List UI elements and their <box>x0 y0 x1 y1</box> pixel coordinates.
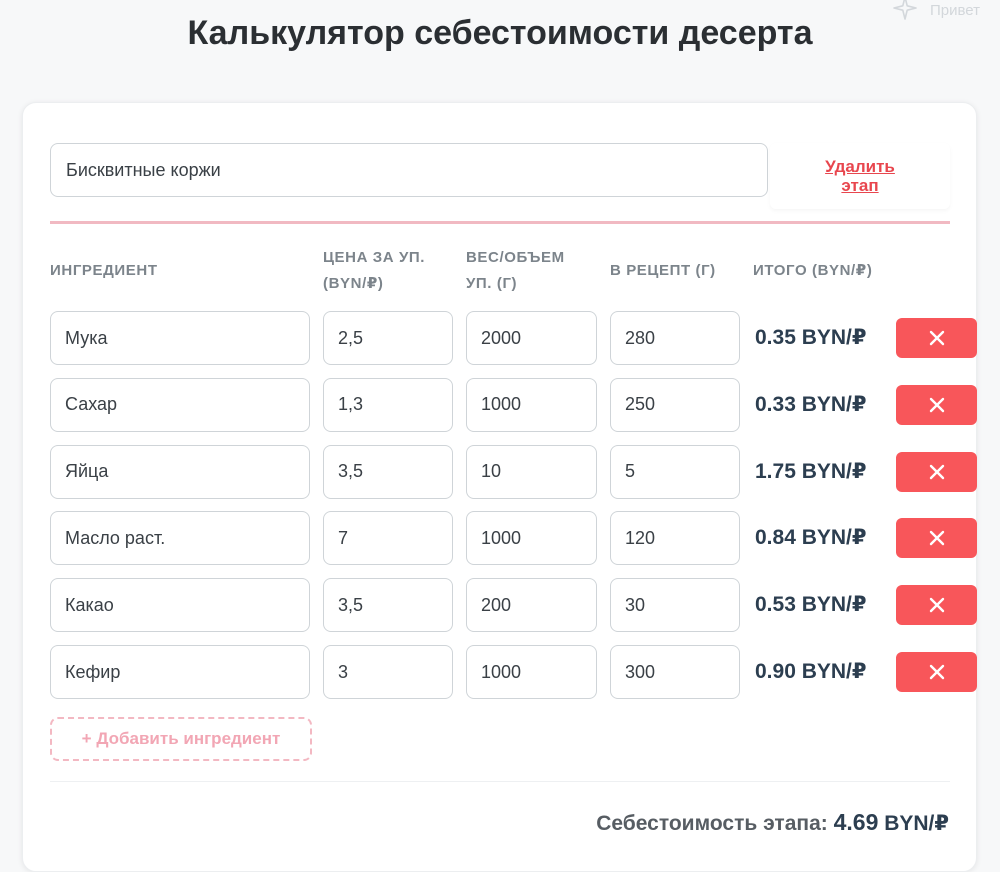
stage-total: Себестоимость этапа: 4.69 BYN/₽ <box>596 809 949 836</box>
price-input[interactable] <box>323 444 453 499</box>
row-total: 0.33 BYN/₽ <box>755 392 867 416</box>
delete-ingredient-button[interactable] <box>896 318 977 358</box>
footer-divider <box>50 781 950 782</box>
close-icon <box>928 596 946 614</box>
ingredient-row: 0.35 BYN/₽ <box>50 311 980 365</box>
ingredient-row: 0.84 BYN/₽ <box>50 511 980 566</box>
stage-card: Удалить этап ИНГРЕДИЕНТ ЦЕНА ЗА УП. (BYN… <box>22 102 977 872</box>
close-icon <box>928 396 946 414</box>
ingredient-row: 0.90 BYN/₽ <box>50 645 980 699</box>
ingredient-name-input[interactable] <box>50 645 310 699</box>
close-icon <box>928 529 946 547</box>
row-total: 0.90 BYN/₽ <box>755 660 867 683</box>
row-total: 0.84 BYN/₽ <box>755 526 867 550</box>
delete-ingredient-button[interactable] <box>896 384 977 425</box>
recipe-weight-input[interactable] <box>610 578 740 633</box>
package-weight-input[interactable] <box>466 578 597 633</box>
recipe-weight-input[interactable] <box>610 311 740 365</box>
row-total: 0.53 BYN/₽ <box>755 593 867 617</box>
price-input[interactable] <box>323 377 453 432</box>
ingredient-row: 0.33 BYN/₽ <box>50 377 980 432</box>
stage-total-label: Себестоимость этапа: <box>596 812 828 835</box>
price-input[interactable] <box>323 578 453 633</box>
col-header-weight: ВЕС/ОБЪЕМ УП. (Г) <box>466 249 565 292</box>
price-input[interactable] <box>323 511 453 566</box>
stage-name-input[interactable] <box>50 143 768 197</box>
page-title: Калькулятор себестоимости десерта <box>187 14 813 52</box>
col-header-ingredient: ИНГРЕДИЕНТ <box>50 262 158 279</box>
package-weight-input[interactable] <box>466 311 597 365</box>
ingredient-name-input[interactable] <box>50 444 310 499</box>
recipe-weight-input[interactable] <box>610 645 740 699</box>
ingredient-name-input[interactable] <box>50 377 310 432</box>
stage-total-amount: 4.69 <box>833 809 879 835</box>
stage-total-currency: BYN/₽ <box>884 812 949 835</box>
col-header-recipe: В РЕЦЕПТ (Г) <box>610 262 716 279</box>
recipe-weight-input[interactable] <box>610 444 740 499</box>
delete-ingredient-button[interactable] <box>896 652 977 692</box>
col-header-total: ИТОГО (BYN/₽) <box>753 262 873 279</box>
package-weight-input[interactable] <box>466 444 597 499</box>
package-weight-input[interactable] <box>466 645 597 699</box>
delete-stage-label: Удалить этап <box>825 157 895 195</box>
col-header-price: ЦЕНА ЗА УП. (BYN/₽) <box>323 249 426 292</box>
stage-divider <box>50 221 950 224</box>
add-ingredient-button[interactable]: + Добавить ингредиент <box>50 717 312 761</box>
delete-ingredient-button[interactable] <box>896 585 977 626</box>
package-weight-input[interactable] <box>466 377 597 432</box>
recipe-weight-input[interactable] <box>610 511 740 566</box>
ingredient-row: 0.53 BYN/₽ <box>50 578 980 633</box>
ingredient-name-input[interactable] <box>50 511 310 566</box>
package-weight-input[interactable] <box>466 511 597 566</box>
price-input[interactable] <box>323 645 453 699</box>
delete-ingredient-button[interactable] <box>896 518 977 559</box>
price-input[interactable] <box>323 311 453 365</box>
row-total: 0.35 BYN/₽ <box>755 326 867 349</box>
recipe-weight-input[interactable] <box>610 377 740 432</box>
ingredient-row: 1.75 BYN/₽ <box>50 444 980 499</box>
close-icon <box>928 663 946 681</box>
ingredient-name-input[interactable] <box>50 578 310 633</box>
close-icon <box>928 329 946 347</box>
delete-stage-button[interactable]: Удалить этап <box>770 143 950 209</box>
delete-ingredient-button[interactable] <box>896 451 977 492</box>
close-icon <box>928 463 946 481</box>
row-total: 1.75 BYN/₽ <box>755 459 867 483</box>
ingredient-name-input[interactable] <box>50 311 310 365</box>
